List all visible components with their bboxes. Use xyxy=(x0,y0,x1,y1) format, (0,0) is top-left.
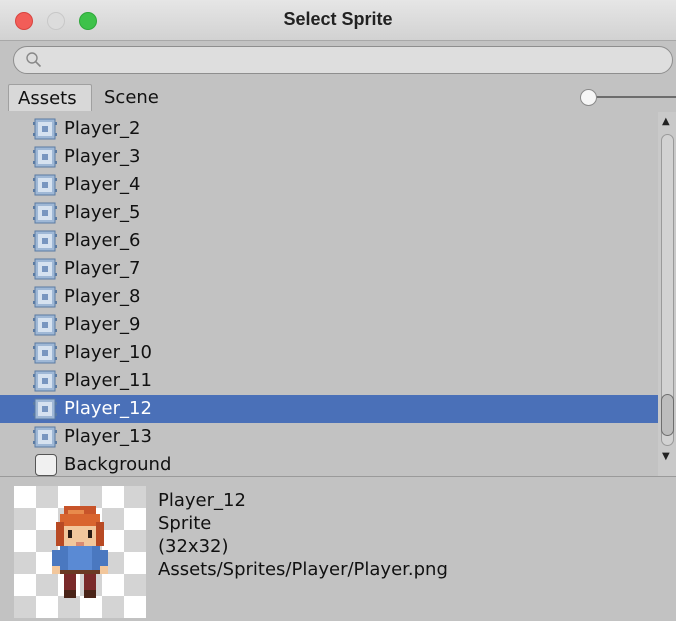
list-item-label: Player_3 xyxy=(64,146,141,167)
preview-panel: Player_12 Sprite (32x32) Assets/Sprites/… xyxy=(0,477,676,621)
select-sprite-window: Select Sprite Assets Scene Player_2 Playe… xyxy=(0,0,676,621)
list-item[interactable]: Player_3 xyxy=(0,143,658,171)
none-checkbox-icon xyxy=(35,454,57,476)
list-item-label: Player_11 xyxy=(64,370,152,391)
list-item[interactable]: Player_7 xyxy=(0,255,658,283)
list-item-label: Player_13 xyxy=(64,426,152,447)
list-scrollbar[interactable]: ▲ ▼ xyxy=(658,112,676,476)
list-item[interactable]: Player_12 xyxy=(0,395,658,423)
list-item[interactable]: Player_8 xyxy=(0,283,658,311)
preview-asset-path: Assets/Sprites/Player/Player.png xyxy=(158,559,448,580)
list-item-label: Player_4 xyxy=(64,174,141,195)
slider-track xyxy=(588,96,676,98)
sprite-icon xyxy=(33,369,57,393)
list-item-label: Player_6 xyxy=(64,230,141,251)
search-field[interactable] xyxy=(13,46,673,74)
list-item[interactable]: Player_13 xyxy=(0,423,658,451)
sprite-icon xyxy=(33,201,57,225)
list-item[interactable]: Player_4 xyxy=(0,171,658,199)
sprite-icon xyxy=(33,425,57,449)
tab-scene[interactable]: Scene xyxy=(104,84,159,111)
sprite-icon xyxy=(33,341,57,365)
tab-bar: Assets Scene xyxy=(0,84,676,112)
list-item[interactable]: Player_5 xyxy=(0,199,658,227)
list-item[interactable]: Player_2 xyxy=(0,115,658,143)
sprite-icon xyxy=(33,173,57,197)
title-bar[interactable]: Select Sprite xyxy=(0,0,676,41)
sprite-preview-thumbnail xyxy=(14,486,146,618)
scroll-thumb[interactable] xyxy=(661,394,674,436)
list-item[interactable]: Player_11 xyxy=(0,367,658,395)
sprite-icon xyxy=(33,397,57,421)
list-item-label: Player_8 xyxy=(64,286,141,307)
list-item[interactable]: Player_9 xyxy=(0,311,658,339)
list-item-label: Player_2 xyxy=(64,118,141,139)
list-item-label: Player_10 xyxy=(64,342,152,363)
sprite-icon xyxy=(33,313,57,337)
player-sprite-image xyxy=(52,506,108,598)
scroll-up-arrow-icon[interactable]: ▲ xyxy=(662,116,670,127)
list-item-label: Player_7 xyxy=(64,258,141,279)
sprite-icon xyxy=(33,117,57,141)
list-item-label: Player_5 xyxy=(64,202,141,223)
list-item-label: Player_9 xyxy=(64,314,141,335)
scroll-down-arrow-icon[interactable]: ▼ xyxy=(662,451,670,462)
list-item[interactable]: Player_10 xyxy=(0,339,658,367)
list-item[interactable]: Player_6 xyxy=(0,227,658,255)
sprite-list: Player_2 Player_3 Player_4 Player_5 Player_6… xyxy=(0,112,658,476)
icon-size-slider[interactable] xyxy=(580,88,676,106)
list-item-label: Background xyxy=(64,454,172,475)
search-icon xyxy=(26,52,42,68)
list-item[interactable]: Background xyxy=(0,451,658,476)
preview-info: Player_12 Sprite (32x32) Assets/Sprites/… xyxy=(158,489,448,581)
window-title: Select Sprite xyxy=(283,9,393,29)
list-item-label: Player_12 xyxy=(64,398,152,419)
sprite-icon xyxy=(33,229,57,253)
sprite-icon xyxy=(33,285,57,309)
preview-asset-type: Sprite xyxy=(158,513,212,534)
preview-asset-name: Player_12 xyxy=(158,490,246,511)
sprite-icon xyxy=(33,257,57,281)
sprite-icon xyxy=(33,145,57,169)
tab-assets[interactable]: Assets xyxy=(8,84,92,111)
search-input[interactable] xyxy=(50,50,654,72)
preview-asset-size: (32x32) xyxy=(158,536,229,557)
slider-knob[interactable] xyxy=(580,89,597,106)
